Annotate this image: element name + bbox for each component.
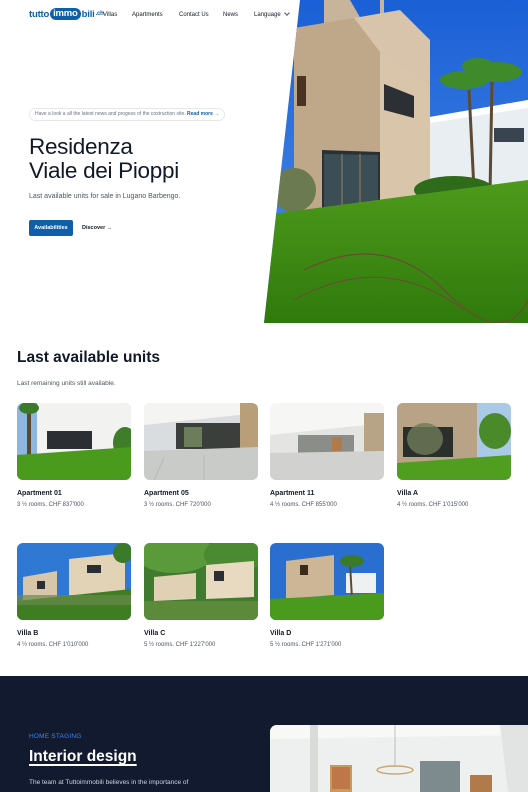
unit-card-apartment-11[interactable]: Apartment 11 4 ½ rooms. CHF 855'000 [270,403,384,508]
notice-text: Have a look a all the latest news and pr… [35,111,186,117]
unit-name: Villa A [397,490,419,497]
hero-title-line2: Viale dei Pioppi [29,158,179,183]
news-notice[interactable]: Have a look a all the latest news and pr… [29,108,226,121]
unit-name: Villa D [270,630,292,637]
nav-news-link[interactable]: News [223,12,238,18]
nav-contact-link[interactable]: Contact Us [179,12,209,18]
logo-text-part1: tutto [29,8,50,20]
unit-info: 4 ½ rooms. CHF 1'010'000 [17,642,89,648]
hero-image [264,0,528,323]
unit-card-villa-d[interactable]: Villa D 5 ½ rooms. CHF 1'271'000 [270,543,384,648]
unit-thumbnail[interactable] [17,403,131,480]
chevron-down-icon [283,10,290,16]
hero-title-line1: Residenza [29,134,133,159]
interior-design-title[interactable]: Interior design [29,748,137,766]
unit-thumbnail[interactable] [397,403,511,480]
unit-info: 4 ½ rooms. CHF 855'000 [270,502,337,508]
unit-name: Villa B [17,630,39,637]
availabilities-button[interactable]: Availabilities [29,220,73,236]
nav-apartments-link[interactable]: Apartments [132,12,163,18]
nav-villas-link[interactable]: Villas [103,12,117,18]
unit-thumbnail[interactable] [17,543,131,620]
unit-name: Apartment 11 [270,490,315,497]
units-section-title: Last available units [17,349,160,366]
top-navigation: tutto immo bili .ch Villas Apartments Conta… [0,0,300,32]
notice-read-more-link[interactable]: Read more → [187,111,219,117]
site-logo[interactable]: tutto immo bili .ch [29,8,104,20]
language-selector[interactable]: Language [254,10,290,18]
interior-photo [270,725,528,792]
unit-thumbnail[interactable] [270,543,384,620]
unit-name: Villa C [144,630,166,637]
unit-info: 3 ½ rooms. CHF 837'000 [17,502,84,508]
unit-card-villa-c[interactable]: Villa C 5 ½ rooms. CHF 1'227'000 [144,543,258,648]
home-staging-eyebrow: HOME STAGING [29,733,82,740]
unit-name: Apartment 01 [17,490,62,497]
unit-info: 4 ½ rooms. CHF 1'015'000 [397,502,469,508]
hero-building-photo [264,0,528,323]
unit-info: 5 ½ rooms. CHF 1'227'000 [144,642,216,648]
unit-card-apartment-05[interactable]: Apartment 05 3 ½ rooms. CHF 720'000 [144,403,258,508]
unit-name: Apartment 05 [144,490,189,497]
discover-link[interactable]: Discover → [82,225,112,231]
unit-card-apartment-01[interactable]: Apartment 01 3 ½ rooms. CHF 837'000 [17,403,131,508]
unit-info: 3 ½ rooms. CHF 720'000 [144,502,211,508]
unit-info: 5 ½ rooms. CHF 1'271'000 [270,642,342,648]
logo-text-part3: bili [81,8,95,20]
unit-card-villa-a[interactable]: Villa A 4 ½ rooms. CHF 1'015'000 [397,403,511,508]
units-section-subtitle: Last remaining units still available. [17,380,116,387]
hero-title: Residenza Viale dei Pioppi [29,135,179,183]
unit-card-villa-b[interactable]: Villa B 4 ½ rooms. CHF 1'010'000 [17,543,131,648]
home-staging-body: The team at Tuttoimmobili believes in th… [29,779,189,786]
unit-thumbnail[interactable] [270,403,384,480]
logo-text-part2: immo [50,8,81,20]
unit-thumbnail[interactable] [144,543,258,620]
unit-thumbnail[interactable] [144,403,258,480]
hero-subtitle: Last available units for sale in Lugano … [29,193,181,200]
language-label: Language [254,12,281,18]
